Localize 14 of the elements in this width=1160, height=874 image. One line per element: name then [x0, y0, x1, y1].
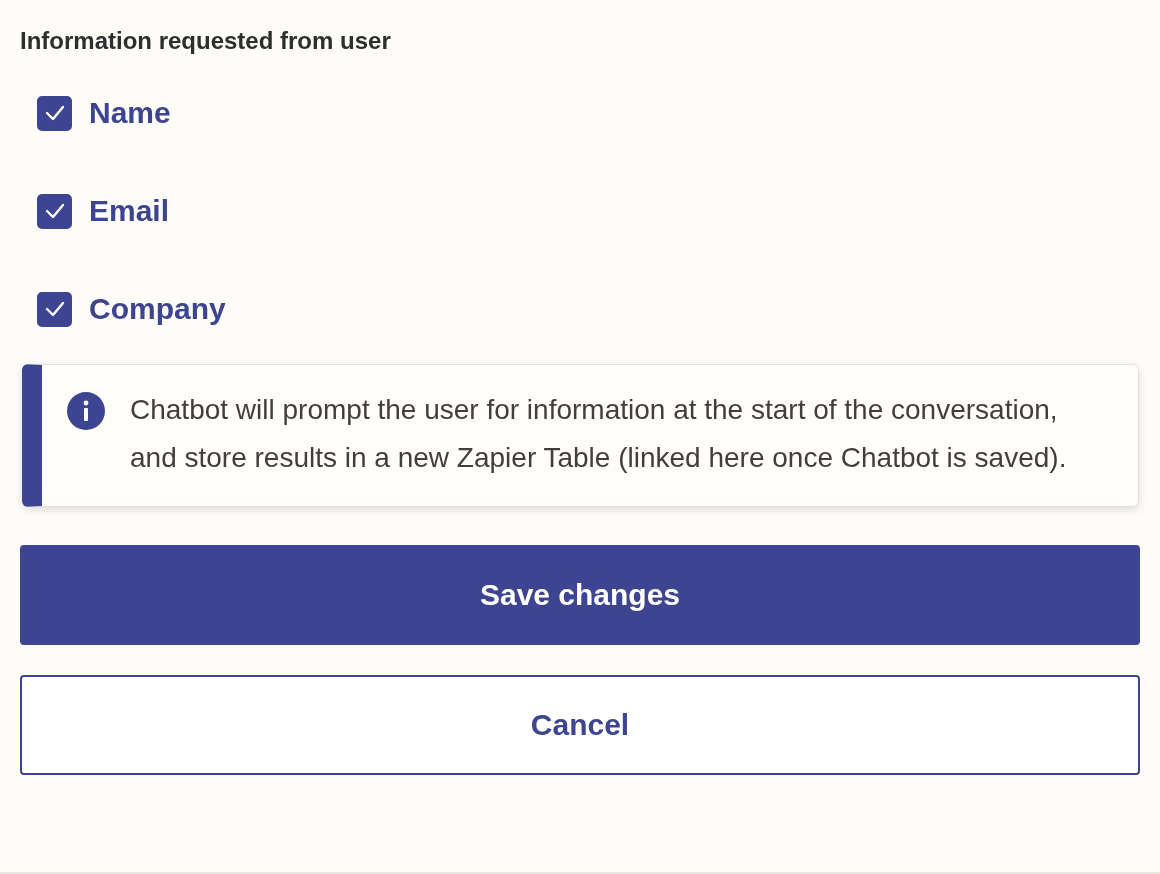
check-icon	[44, 203, 65, 219]
checkbox-label: Name	[89, 96, 171, 130]
checkbox[interactable]	[37, 291, 72, 327]
checkbox-label: Email	[89, 194, 170, 228]
checkbox[interactable]	[37, 193, 72, 229]
section-title: Information requested from user	[20, 26, 392, 56]
check-icon	[44, 105, 65, 121]
info-text: Chatbot will prompt the user for information at the start of the conversation, and store results in a new Zapier Table (linked here once Chatbot is saved).	[130, 393, 1068, 475]
check-icon	[44, 301, 65, 317]
save-button[interactable]: Save changes	[20, 545, 1140, 645]
info-icon	[66, 391, 106, 431]
cancel-button[interactable]: Cancel	[20, 675, 1140, 775]
checkbox-label: Company	[89, 292, 226, 326]
checkbox[interactable]	[37, 95, 72, 131]
